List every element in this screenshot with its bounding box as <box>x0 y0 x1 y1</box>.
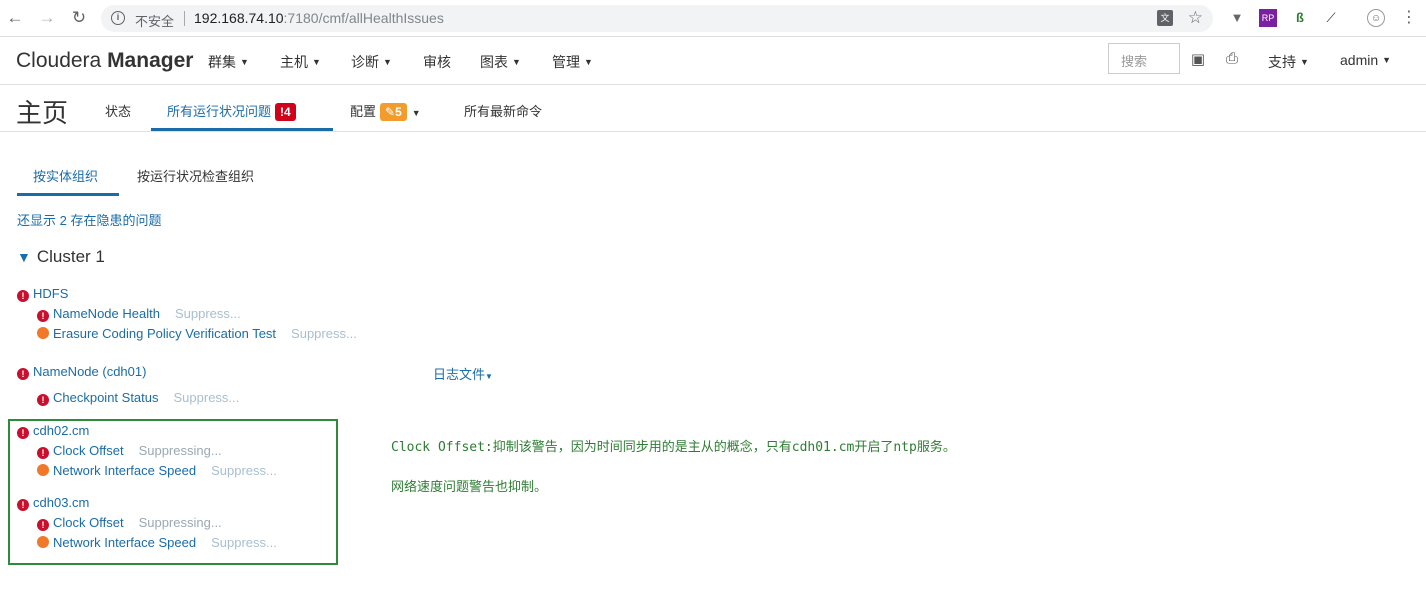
tab-recent-commands[interactable]: 所有最新命令 <box>464 101 542 120</box>
caret-down-icon: ▼ <box>485 372 493 381</box>
active-tab-indicator <box>151 128 333 131</box>
issue-row: ! Clock Offset Suppressing... <box>37 515 222 531</box>
issue-row: Network Interface Speed Suppress... <box>37 463 277 478</box>
error-icon: ! <box>37 394 49 406</box>
menu-user[interactable]: admin ▼ <box>1340 52 1391 68</box>
suppress-link[interactable]: Suppress... <box>291 326 357 341</box>
health-issues-badge: !4 <box>275 103 296 121</box>
translate-icon[interactable]: 文 <box>1157 10 1173 26</box>
menu-administration[interactable]: 管理 ▼ <box>552 52 593 72</box>
browser-toolbar: ← → ↻ i 不安全 192.168.74.10:7180/cmf/allHe… <box>0 0 1426 37</box>
suppress-link[interactable]: Suppress... <box>175 306 241 321</box>
star-icon[interactable]: ☆ <box>1188 8 1203 28</box>
issue-link[interactable]: Erasure Coding Policy Verification Test <box>53 326 276 341</box>
warning-icon <box>37 464 49 476</box>
browser-menu-icon[interactable]: ⋮ <box>1400 9 1418 27</box>
error-icon: ! <box>17 427 29 439</box>
issue-link[interactable]: Clock Offset <box>53 515 124 530</box>
cluster-heading[interactable]: ▼ Cluster 1 <box>17 247 105 267</box>
running-commands-icon[interactable]: ⎙ <box>1223 50 1241 68</box>
page-tabs-row: 主页 状态 所有运行状况问题 !4 配置 ✎5 ▼ 所有最新命令 <box>0 85 1426 132</box>
page-title: 主页 <box>16 98 69 128</box>
issue-link[interactable]: Checkpoint Status <box>53 390 159 405</box>
extension-chart-icon[interactable]: ⟋ <box>1322 9 1340 27</box>
issue-row: ! Checkpoint Status Suppress... <box>37 390 239 406</box>
brand-logo[interactable]: Cloudera Manager <box>16 49 193 73</box>
log-files-dropdown[interactable]: 日志文件▼ <box>433 364 493 383</box>
menu-hosts[interactable]: 主机 ▼ <box>280 52 321 72</box>
entity-cdh03[interactable]: ! cdh03.cm <box>17 495 89 511</box>
menu-diagnostics[interactable]: 诊断 ▼ <box>351 52 392 72</box>
subtab-by-health-check[interactable]: 按运行状况检查组织 <box>137 166 254 185</box>
tab-configuration[interactable]: 配置 ✎5 ▼ <box>350 101 421 121</box>
suppressing-status: Suppressing... <box>138 443 222 458</box>
config-badge: ✎5 <box>380 103 407 121</box>
forward-icon[interactable]: → <box>38 9 56 27</box>
tab-status[interactable]: 状态 <box>105 101 131 120</box>
extension-vimium-icon[interactable]: ▼ <box>1228 9 1246 27</box>
reload-icon[interactable]: ↻ <box>70 9 88 27</box>
wrench-icon: ✎ <box>385 105 396 119</box>
error-icon: ! <box>17 368 29 380</box>
cm-navbar: Cloudera Manager 群集 ▼ 主机 ▼ 诊断 ▼ 审核 图表 ▼ 管理 ▼ … <box>0 37 1426 85</box>
suppressing-status: Suppressing... <box>138 515 222 530</box>
issue-link[interactable]: Network Interface Speed <box>53 535 196 550</box>
annotation-note-network-speed: 网络速度问题警告也抑制。 <box>391 480 548 495</box>
entity-namenode[interactable]: ! NameNode (cdh01) <box>17 364 146 380</box>
warning-icon <box>37 327 49 339</box>
menu-support[interactable]: 支持 ▼ <box>1268 52 1309 72</box>
menu-charts[interactable]: 图表 ▼ <box>480 52 521 72</box>
suppress-link[interactable]: Suppress... <box>211 535 277 550</box>
divider <box>184 11 185 26</box>
issue-link[interactable]: NameNode Health <box>53 306 160 321</box>
error-icon: ! <box>37 447 49 459</box>
issue-link[interactable]: Network Interface Speed <box>53 463 196 478</box>
entity-cdh02[interactable]: ! cdh02.cm <box>17 423 89 439</box>
issue-link[interactable]: Clock Offset <box>53 443 124 458</box>
extension-evernote-icon[interactable]: ß <box>1291 9 1309 27</box>
error-icon: ! <box>37 310 49 322</box>
annotation-note-clock-offset: Clock Offset:抑制该警告，因为时间同步用的是主从的概念，只有cdh0… <box>391 440 956 455</box>
menu-clusters[interactable]: 群集 ▼ <box>208 52 249 72</box>
suppress-link[interactable]: Suppress... <box>174 390 240 405</box>
suppress-link[interactable]: Suppress... <box>211 463 277 478</box>
issue-row: ! NameNode Health Suppress... <box>37 306 241 322</box>
chevron-down-icon: ▼ <box>17 249 31 265</box>
tab-all-health-issues[interactable]: 所有运行状况问题 !4 <box>167 101 296 121</box>
entity-hdfs[interactable]: ! HDFS <box>17 286 68 302</box>
subtab-by-entity[interactable]: 按实体组织 <box>33 166 98 185</box>
info-icon[interactable]: i <box>111 11 125 25</box>
error-icon: ! <box>17 499 29 511</box>
chevron-down-icon: ▼ <box>411 108 421 118</box>
warning-icon <box>37 536 49 548</box>
error-icon: ! <box>37 519 49 531</box>
parcel-icon[interactable]: ▣ <box>1189 50 1207 68</box>
issue-row: Erasure Coding Policy Verification Test S… <box>37 326 357 341</box>
insecure-label: 不安全 <box>135 14 175 29</box>
issue-row: Network Interface Speed Suppress... <box>37 535 277 550</box>
profile-avatar-icon[interactable]: ☺ <box>1367 9 1385 27</box>
search-input[interactable]: 搜索 <box>1108 43 1180 74</box>
active-subtab-indicator <box>17 193 119 196</box>
menu-audits[interactable]: 审核 <box>423 52 451 72</box>
show-concerning-issues-link[interactable]: 还显示 2 存在隐患的问题 <box>17 210 161 229</box>
error-icon: ! <box>17 290 29 302</box>
url-text[interactable]: 192.168.74.10:7180/cmf/allHealthIssues <box>194 10 444 26</box>
back-icon[interactable]: ← <box>6 9 24 27</box>
address-bar[interactable]: i 不安全 192.168.74.10:7180/cmf/allHealthIs… <box>101 5 1213 32</box>
issue-row: ! Clock Offset Suppressing... <box>37 443 222 459</box>
extension-rp-icon[interactable]: RP <box>1259 9 1277 27</box>
